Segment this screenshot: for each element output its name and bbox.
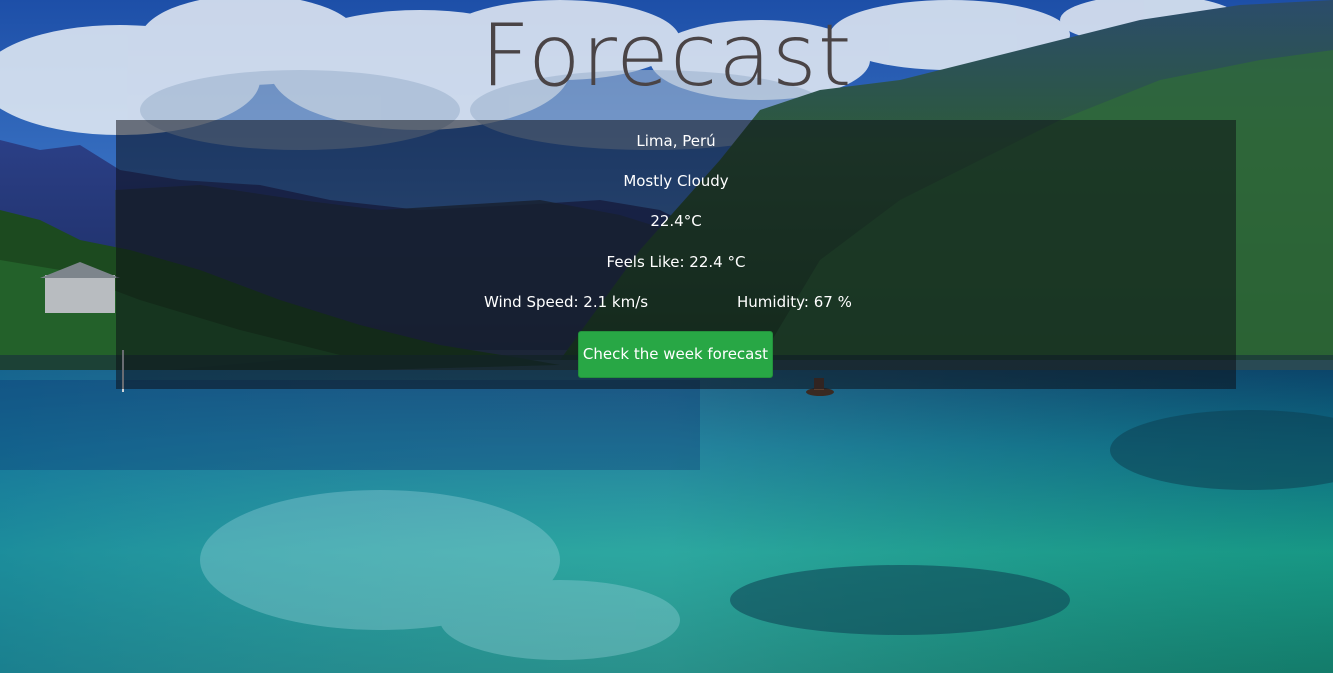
feels-like-label: Feels Like: 22.4 °C [606,253,746,271]
condition-label: Mostly Cloudy [623,172,729,190]
location-label: Lima, Perú [636,132,716,150]
page-title: Forecast [480,6,853,106]
forecast-page: Forecast Lima, Perú Mostly Cloudy 22.4°C… [0,0,1333,673]
humidity-label: Humidity: 67 % [737,293,852,311]
wind-speed-label: Wind Speed: 2.1 km/s [484,293,649,311]
wind-humidity-row: Wind Speed: 2.1 km/s Humidity: 67 % [116,292,1236,312]
weather-card: Lima, Perú Mostly Cloudy 22.4°C Feels Li… [116,120,1236,389]
week-forecast-button[interactable]: Check the week forecast [578,331,773,378]
temperature-label: 22.4°C [650,212,702,230]
